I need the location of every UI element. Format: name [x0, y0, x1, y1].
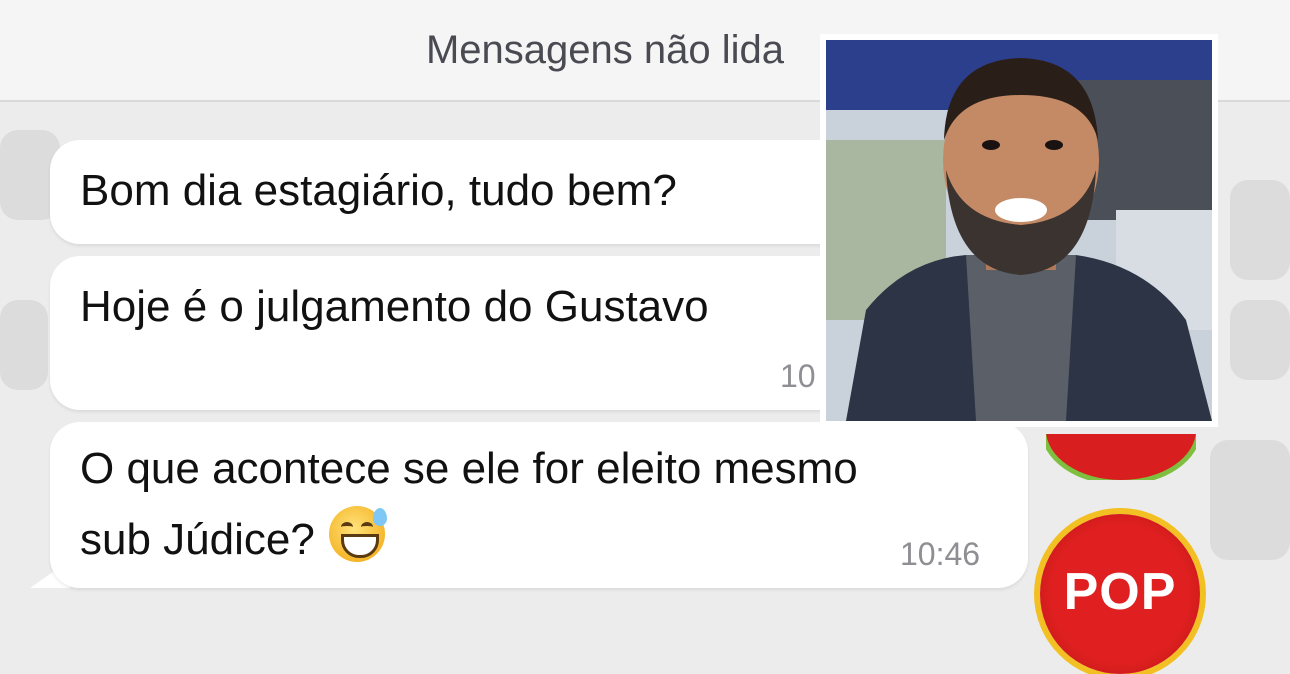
message-bubble[interactable]: Bom dia estagiário, tudo bem? [50, 140, 890, 244]
message-text-line: O que acontece se ele for eleito mesmo [80, 444, 858, 493]
message-bubble[interactable]: O que acontece se ele for eleito mesmo s… [50, 422, 1028, 588]
pop-sticker[interactable]: POP [1040, 514, 1200, 674]
person-photo-image [826, 40, 1212, 421]
message-timestamp: 10 [780, 358, 816, 394]
message-text: Hoje é o julgamento do Gustavo [80, 282, 709, 331]
message-text: Bom dia estagiário, tudo bem? [80, 166, 677, 215]
wallpaper-doodle [1210, 440, 1290, 560]
message-text: sub Júdice? [80, 515, 315, 564]
profile-photo[interactable] [826, 40, 1212, 421]
sweat-smile-emoji-icon [328, 506, 387, 562]
message-text-line-2: sub Júdice? [80, 506, 387, 573]
message-timestamp: 10:46 [900, 536, 981, 572]
wallpaper-doodle [1230, 300, 1290, 380]
wallpaper-doodle [0, 300, 48, 390]
pop-sticker-label: POP [1063, 563, 1177, 621]
message-bubble[interactable]: Hoje é o julgamento do Gustavo 10 [50, 256, 890, 410]
wallpaper-doodle [1230, 180, 1290, 280]
